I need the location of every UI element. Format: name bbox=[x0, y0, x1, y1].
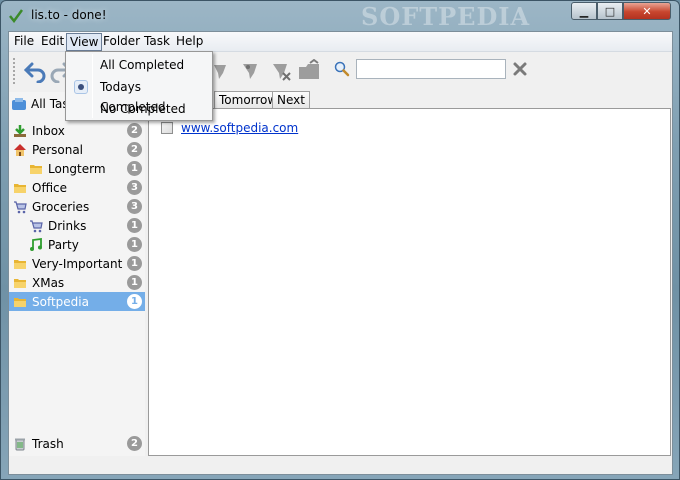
sidebar-item-xmas[interactable]: XMas 1 bbox=[9, 273, 145, 292]
folder-icon bbox=[14, 278, 26, 288]
sidebar-item-trash[interactable]: Trash 2 bbox=[9, 434, 145, 453]
toolbar-grip[interactable] bbox=[13, 58, 16, 84]
window-title: lis.to - done! bbox=[31, 8, 107, 22]
folder-sidebar: All Tasks Inbox 2 Personal 2 Longterm 1 … bbox=[9, 92, 145, 474]
task-add-icon[interactable] bbox=[239, 59, 263, 83]
sidebar-item-softpedia[interactable]: Softpedia 1 bbox=[9, 292, 145, 311]
watermark-text: SOFTPEDIA bbox=[361, 2, 531, 31]
sidebar-item-label: Drinks bbox=[48, 218, 87, 233]
sidebar-item-inbox[interactable]: Inbox 2 bbox=[9, 121, 145, 140]
menu-help[interactable]: Help bbox=[173, 33, 206, 51]
search-input[interactable] bbox=[356, 59, 506, 79]
sidebar-item-personal[interactable]: Personal 2 bbox=[9, 140, 145, 159]
count-badge: 1 bbox=[127, 256, 142, 271]
sidebar-item-label: XMas bbox=[32, 275, 65, 290]
menu-bar: File Edit View Folder Task Help bbox=[9, 32, 672, 52]
count-badge: 1 bbox=[127, 218, 142, 233]
folder-icon bbox=[14, 297, 26, 307]
sidebar-item-label: Party bbox=[48, 237, 79, 252]
cart-icon bbox=[14, 200, 27, 213]
sidebar-item-label: Longterm bbox=[48, 161, 106, 176]
count-badge: 1 bbox=[127, 275, 142, 290]
sidebar-item-groceries[interactable]: Groceries 3 bbox=[9, 197, 145, 216]
sidebar-item-label: Softpedia bbox=[32, 294, 89, 309]
task-delete-icon[interactable] bbox=[269, 59, 293, 83]
music-note-icon bbox=[30, 237, 42, 251]
sidebar-item-label: Personal bbox=[32, 142, 84, 157]
task-checkbox[interactable] bbox=[161, 122, 173, 134]
cart-icon bbox=[30, 219, 43, 232]
folder-icon bbox=[14, 183, 26, 193]
menu-view[interactable]: View bbox=[66, 33, 103, 51]
count-badge: 3 bbox=[127, 180, 142, 195]
menu-item-no-completed[interactable]: No Completed bbox=[68, 99, 210, 119]
folder-move-icon[interactable] bbox=[297, 59, 321, 83]
list-item: www.softpedia.com bbox=[161, 121, 298, 135]
tab-next-7-days[interactable]: Next 7 days bbox=[272, 91, 311, 139]
count-badge: 2 bbox=[127, 123, 142, 138]
checkmark-app-icon bbox=[9, 9, 23, 23]
sidebar-item-longterm[interactable]: Longterm 1 bbox=[9, 159, 145, 178]
count-badge: 3 bbox=[127, 199, 142, 214]
sidebar-item-label: Very-Important bbox=[32, 256, 123, 271]
menu-folder[interactable]: Folder bbox=[100, 33, 143, 51]
sidebar-item-drinks[interactable]: Drinks 1 bbox=[9, 216, 145, 235]
sidebar-item-very-important[interactable]: Very-Important 1 bbox=[9, 254, 145, 273]
sidebar-item-label: Trash bbox=[32, 436, 64, 451]
menu-item-all-completed[interactable]: All Completed bbox=[68, 55, 210, 75]
menu-task[interactable]: Task bbox=[141, 33, 173, 51]
sidebar-item-party[interactable]: Party 1 bbox=[9, 235, 145, 254]
task-link[interactable]: www.softpedia.com bbox=[181, 121, 298, 135]
maximize-button[interactable]: □ bbox=[597, 2, 623, 20]
close-button[interactable]: ✕ bbox=[623, 2, 671, 20]
task-list-panel: www.softpedia.com bbox=[148, 108, 671, 456]
count-badge: 1 bbox=[127, 294, 142, 309]
magnifier-icon bbox=[334, 61, 350, 77]
inbox-icon bbox=[14, 124, 26, 137]
folder-icon bbox=[14, 259, 26, 269]
count-badge: 2 bbox=[127, 142, 142, 157]
clear-x-icon[interactable] bbox=[512, 61, 528, 77]
title-bar[interactable]: lis.to - done! SOFTPEDIA ▁ □ ✕ bbox=[1, 1, 679, 31]
radio-selected-icon bbox=[74, 80, 88, 94]
folder-icon bbox=[30, 164, 42, 174]
count-badge: 2 bbox=[127, 436, 142, 451]
sidebar-item-label: Office bbox=[32, 180, 68, 195]
count-badge: 1 bbox=[127, 161, 142, 176]
undo-icon[interactable] bbox=[23, 59, 47, 83]
home-icon bbox=[14, 143, 26, 156]
count-badge: 1 bbox=[127, 237, 142, 252]
minimize-button[interactable]: ▁ bbox=[571, 2, 597, 20]
sidebar-item-office[interactable]: Office 3 bbox=[9, 178, 145, 197]
status-bar bbox=[9, 456, 672, 474]
view-menu-dropdown: All Completed Todays Completed No Comple… bbox=[65, 51, 213, 121]
menu-file[interactable]: File bbox=[11, 33, 37, 51]
all-tasks-icon bbox=[12, 98, 26, 110]
app-window: lis.to - done! SOFTPEDIA ▁ □ ✕ File Edit… bbox=[0, 0, 680, 480]
sidebar-item-label: Groceries bbox=[32, 199, 90, 214]
menu-item-todays-completed[interactable]: Todays Completed bbox=[68, 77, 210, 114]
menu-edit[interactable]: Edit bbox=[38, 33, 67, 51]
sidebar-item-label: Inbox bbox=[32, 123, 65, 138]
trash-icon bbox=[15, 438, 25, 450]
